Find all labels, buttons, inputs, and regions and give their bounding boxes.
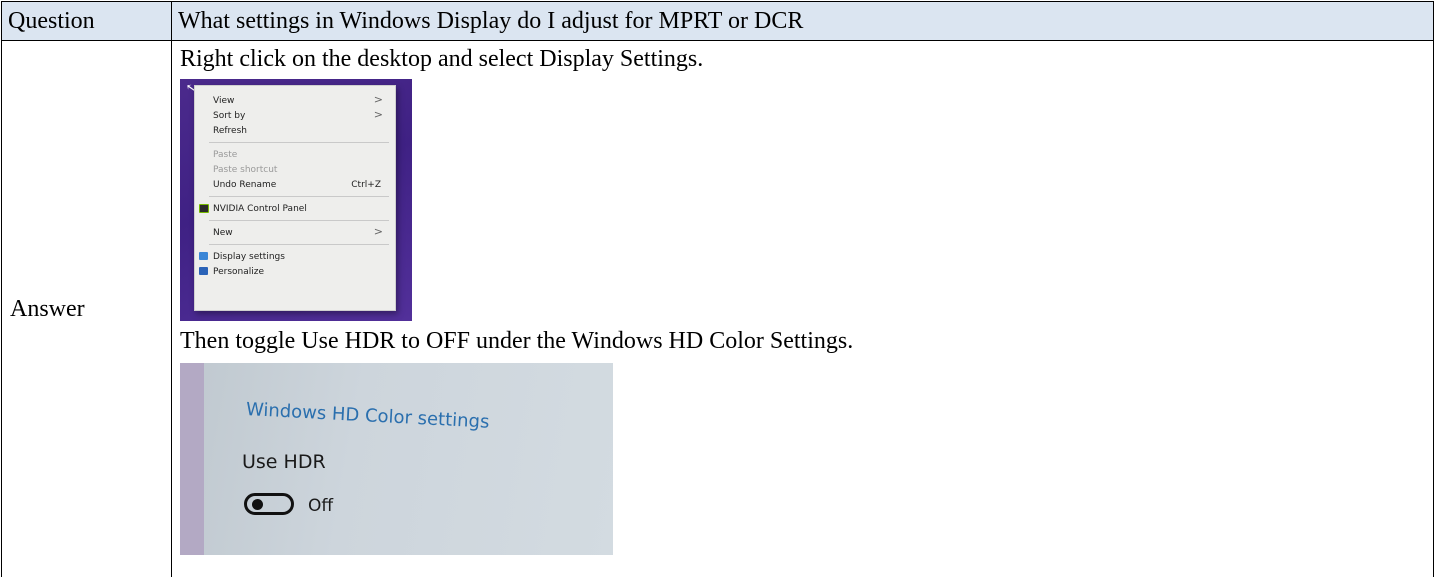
hdr-settings-screenshot: Windows HD Color settings Use HDR Off [180,363,613,555]
question-text: What settings in Windows Display do I ad… [171,1,1434,41]
context-menu-screenshot: ↖ View > Sort by > Refresh Paste Paste s… [180,79,412,321]
answer-step-2: Then toggle Use HDR to OFF under the Win… [180,328,854,354]
menu-divider [209,244,389,245]
personalize-icon [199,267,208,275]
faq-table: Question What settings in Windows Displa… [1,1,1434,577]
answer-content: Right click on the desktop and select Di… [171,40,1434,577]
menu-item-new: New > [213,225,383,238]
context-menu: View > Sort by > Refresh Paste Paste sho… [194,85,396,311]
menu-item-paste: Paste [213,150,238,160]
answer-row: Answer Right click on the desktop and se… [1,40,1434,577]
menu-item-paste-shortcut: Paste shortcut [213,165,278,175]
use-hdr-label: Use HDR [242,451,326,473]
menu-divider [209,220,389,221]
menu-item-personalize: Personalize [199,265,385,279]
menu-divider [209,142,389,143]
menu-item-refresh: Refresh [213,126,247,136]
display-icon [199,252,208,260]
menu-item-undo-rename: Undo Rename Ctrl+Z [213,180,381,190]
menu-divider [209,196,389,197]
hdr-settings-heading: Windows HD Color settings [245,399,490,433]
menu-item-view: View > [213,93,383,106]
menu-item-sort-by: Sort by > [213,108,383,121]
answer-label: Answer [1,40,172,577]
use-hdr-toggle-icon [244,493,294,515]
menu-item-display-settings: Display settings [199,250,385,264]
nvidia-icon [199,204,209,213]
toggle-knob [252,499,263,510]
chevron-right-icon: > [373,225,383,238]
menu-item-nvidia-control-panel: NVIDIA Control Panel [199,202,385,216]
chevron-right-icon: > [373,93,383,106]
question-label: Question [1,1,172,41]
chevron-right-icon: > [373,108,383,121]
question-row: Question What settings in Windows Displa… [1,1,1434,41]
settings-side-strip [180,363,204,555]
answer-step-1: Right click on the desktop and select Di… [180,46,704,72]
toggle-state-label: Off [308,496,334,516]
